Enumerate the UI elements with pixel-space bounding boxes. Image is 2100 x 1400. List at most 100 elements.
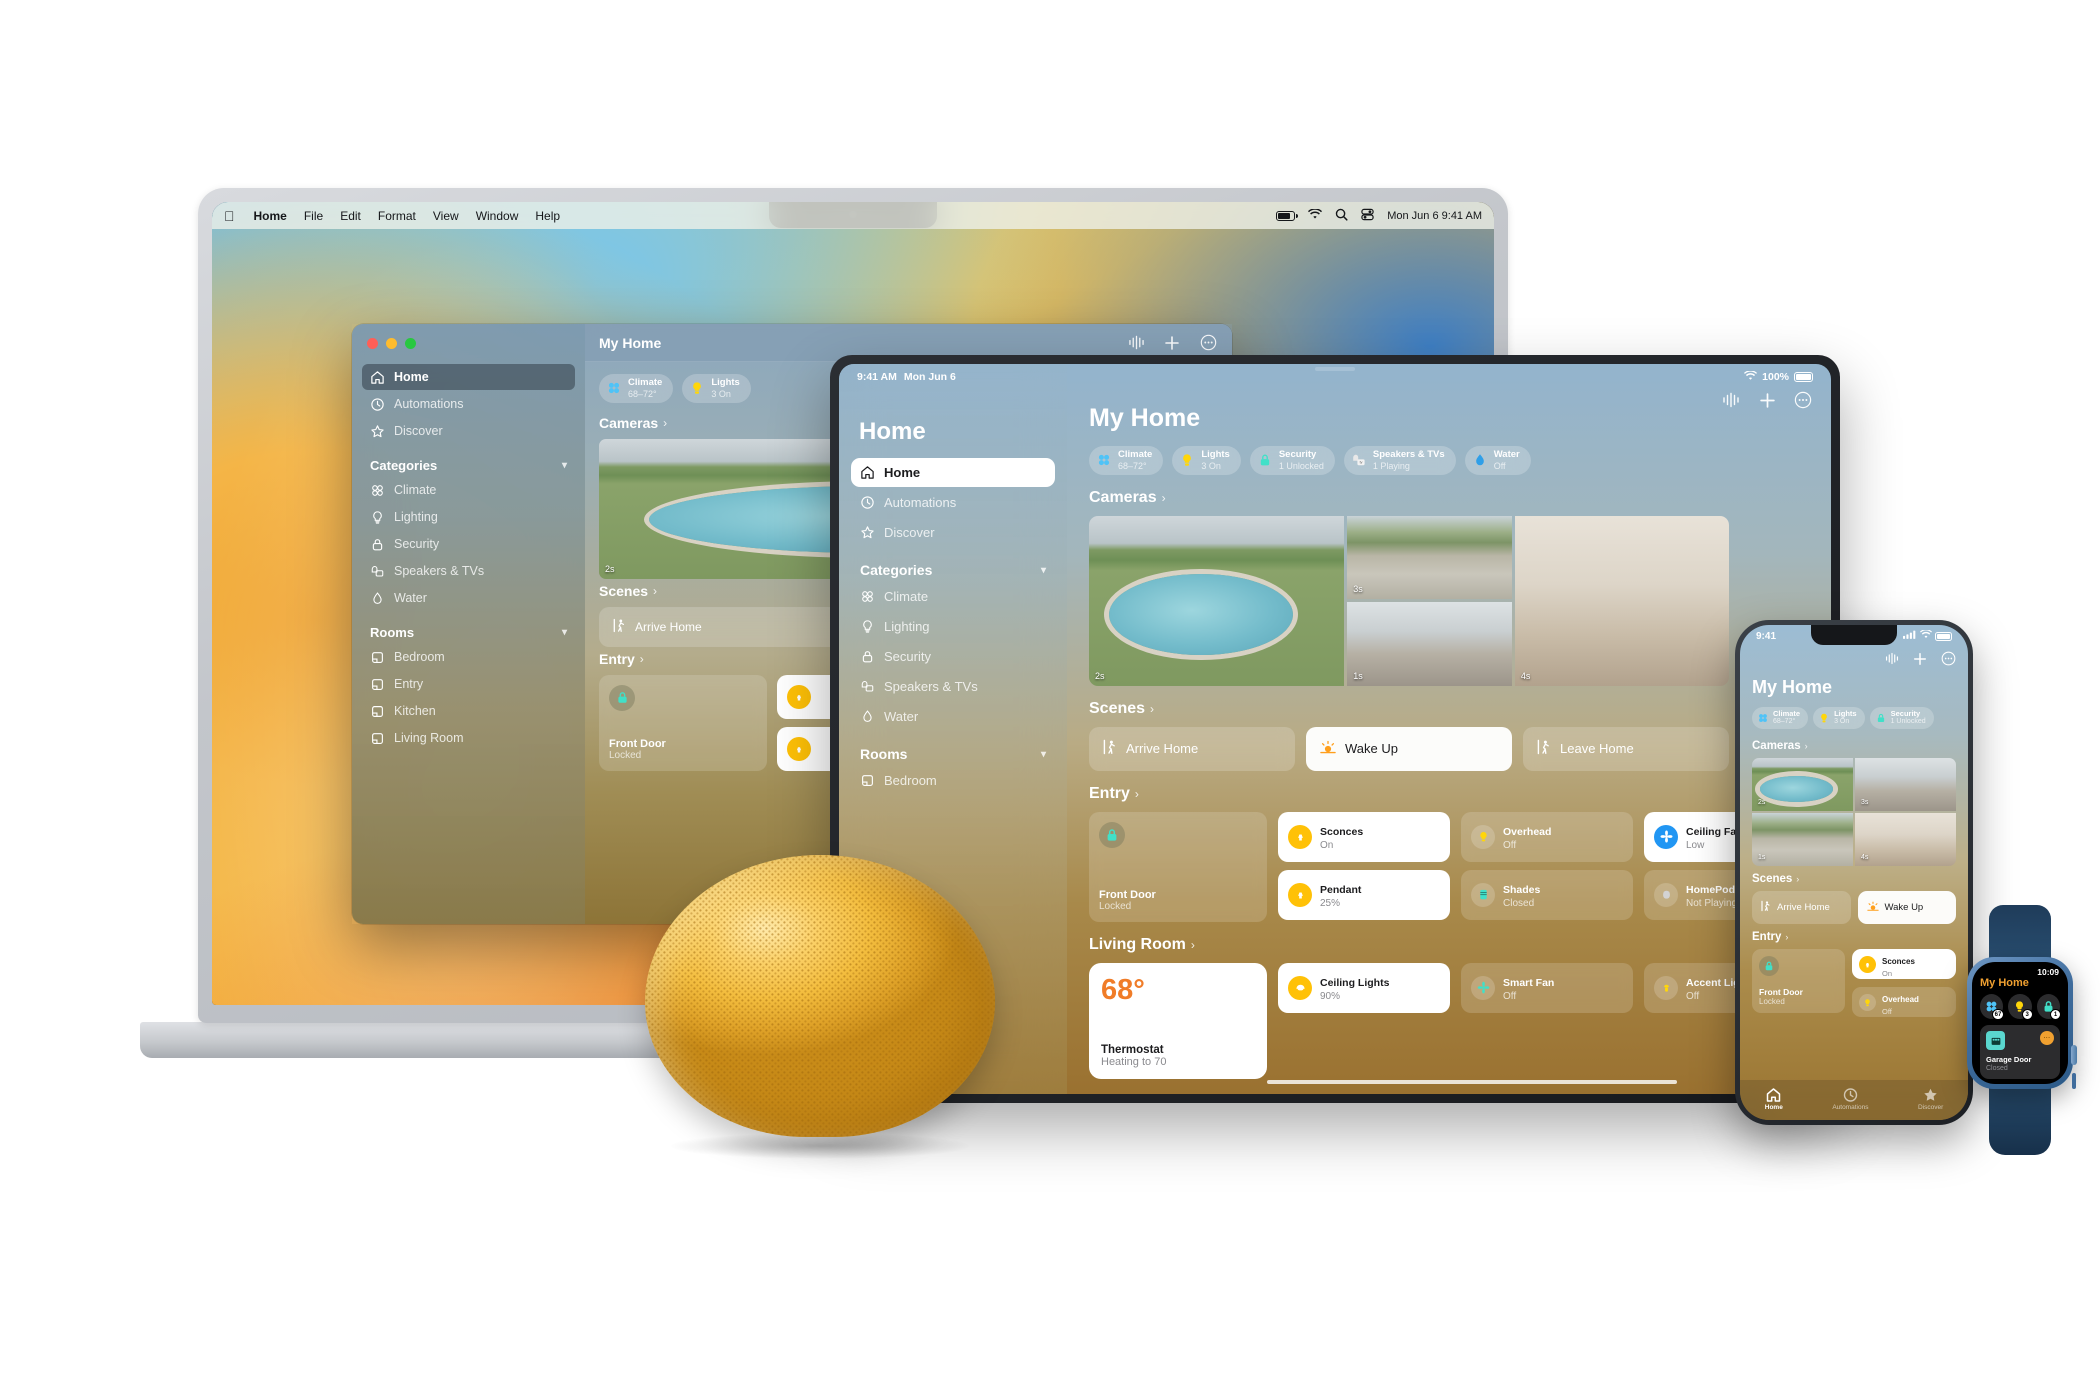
accessory-front-door[interactable]: Front Door Locked: [599, 674, 767, 771]
sidebar-item-water[interactable]: Water: [851, 702, 1055, 731]
accessory-tile-overhead[interactable]: Overhead Off: [1852, 987, 1956, 1018]
apple-logo-icon[interactable]: : [224, 209, 235, 223]
sidebar-item-bedroom[interactable]: Bedroom: [362, 644, 575, 670]
status-pill-water[interactable]: Water Off: [1464, 446, 1531, 475]
accessory-tile-garage-door[interactable]: ⋯ Garage Door Closed: [1980, 1025, 2060, 1079]
section-header-scenes[interactable]: Scenes ›: [1089, 700, 1831, 718]
accessory-tile-sconces[interactable]: Sconces On: [1852, 949, 1956, 980]
sidebar-item-home[interactable]: Home: [851, 458, 1055, 487]
tab-automations[interactable]: Automations: [1832, 1087, 1868, 1111]
sidebar-item-home[interactable]: Home: [362, 364, 575, 390]
digital-crown[interactable]: [2071, 1045, 2077, 1065]
accessory-tile-overhead[interactable]: Overhead Off: [1461, 811, 1633, 862]
accessory-front-door[interactable]: Front Door Locked: [1089, 811, 1267, 922]
section-header-living-room[interactable]: Living Room ›: [1089, 936, 1831, 954]
camera-thumbnail[interactable]: 2s: [1752, 758, 1853, 812]
sidebar-item-kitchen[interactable]: Kitchen: [362, 698, 575, 724]
status-circle-lights[interactable]: 3: [2008, 994, 2033, 1020]
status-pill-lights[interactable]: Lights 3 On: [682, 374, 751, 403]
sidebar-item-lighting[interactable]: Lighting: [362, 504, 575, 530]
wifi-icon[interactable]: [1308, 207, 1323, 223]
camera-thumbnail[interactable]: 3s: [1347, 515, 1512, 600]
window-traffic-lights[interactable]: [367, 338, 416, 349]
sidebar-item-security[interactable]: Security: [362, 531, 575, 557]
sidebar-item-discover[interactable]: Discover: [362, 418, 575, 444]
maximize-button[interactable]: [405, 338, 416, 349]
menu-item-home[interactable]: Home: [254, 209, 287, 223]
tab-discover[interactable]: Discover: [1918, 1087, 1943, 1111]
status-pill-security[interactable]: Security 1 Unlocked: [1869, 707, 1934, 730]
siri-waveform-icon[interactable]: [1126, 333, 1146, 353]
more-options-icon[interactable]: [1793, 390, 1813, 410]
scene-wake-up[interactable]: Wake Up: [1306, 726, 1512, 771]
accessory-tile-sconces[interactable]: Sconces On: [1278, 811, 1450, 862]
sidebar-item-living-room[interactable]: Living Room: [362, 725, 575, 751]
sidebar-header-categories[interactable]: Categories ▾: [851, 548, 1055, 582]
menubar-datetime[interactable]: Mon Jun 6 9:41 AM: [1387, 210, 1482, 222]
status-pill-security[interactable]: Security 1 Unlocked: [1249, 446, 1335, 475]
menu-item-window[interactable]: Window: [476, 209, 519, 223]
camera-thumbnail[interactable]: 4s: [1855, 813, 1956, 867]
more-options-icon[interactable]: [1941, 651, 1956, 671]
status-pill-climate[interactable]: Climate 68–72°: [1752, 707, 1809, 730]
status-pill-climate[interactable]: Climate 68–72°: [1089, 446, 1164, 475]
add-icon[interactable]: [1913, 652, 1927, 671]
section-header-scenes[interactable]: Scenes ›: [1752, 873, 1956, 885]
accessory-tile-pendant[interactable]: Pendant 25%: [1278, 869, 1450, 920]
status-circle-security[interactable]: 1: [2036, 994, 2061, 1020]
sidebar-header-rooms[interactable]: Rooms ▾: [851, 732, 1055, 766]
accessory-tile-ceiling-lights[interactable]: Ceiling Lights 90%: [1278, 962, 1450, 1013]
horizontal-scrollbar[interactable]: [1267, 1080, 1677, 1084]
sidebar-item-security[interactable]: Security: [851, 642, 1055, 671]
sidebar-header-categories[interactable]: Categories ▾: [362, 445, 575, 477]
camera-thumbnail[interactable]: 4s: [1514, 515, 1729, 686]
status-pill-lights[interactable]: Lights 3 On: [1813, 707, 1865, 730]
menu-item-file[interactable]: File: [304, 209, 323, 223]
menu-item-format[interactable]: Format: [378, 209, 416, 223]
close-button[interactable]: [367, 338, 378, 349]
section-header-entry[interactable]: Entry ›: [1752, 931, 1956, 943]
section-header-entry[interactable]: Entry ›: [1089, 785, 1831, 803]
sidebar-item-speakers-tvs[interactable]: Speakers & TVs: [362, 558, 575, 584]
side-button[interactable]: [2072, 1073, 2076, 1089]
menu-item-view[interactable]: View: [433, 209, 459, 223]
sidebar-item-speakers-tvs[interactable]: Speakers & TVs: [851, 672, 1055, 701]
battery-icon[interactable]: [1276, 210, 1298, 221]
siri-waveform-icon[interactable]: [1885, 652, 1899, 670]
status-pill-climate[interactable]: Climate 68–72°: [599, 374, 674, 403]
sidebar-item-water[interactable]: Water: [362, 585, 575, 611]
scene-wake-up[interactable]: Wake Up: [1857, 891, 1956, 925]
scene-arrive-home[interactable]: Arrive Home: [1752, 891, 1851, 925]
menu-item-edit[interactable]: Edit: [340, 209, 361, 223]
menu-item-help[interactable]: Help: [535, 209, 560, 223]
scene-leave-home[interactable]: Leave Home: [1523, 726, 1729, 771]
accessory-tile-shades[interactable]: Shades Closed: [1461, 869, 1633, 920]
camera-thumbnail[interactable]: 3s: [1855, 758, 1956, 812]
search-icon[interactable]: [1335, 208, 1348, 224]
status-pill-speakers-tvs[interactable]: tv Speakers & TVs 1 Playing: [1343, 446, 1456, 475]
section-header-cameras[interactable]: Cameras ›: [1752, 740, 1956, 752]
sidebar-item-automations[interactable]: Automations: [851, 488, 1055, 517]
siri-waveform-icon[interactable]: [1721, 390, 1741, 410]
sidebar-item-automations[interactable]: Automations: [362, 391, 575, 417]
camera-thumbnail[interactable]: 2s: [1089, 515, 1345, 686]
sidebar-item-climate[interactable]: Climate: [851, 582, 1055, 611]
scene-arrive-home[interactable]: Arrive Home: [1089, 726, 1295, 771]
camera-thumbnail[interactable]: 1s: [1347, 602, 1512, 686]
sidebar-header-rooms[interactable]: Rooms ▾: [362, 612, 575, 644]
sidebar-item-entry[interactable]: Entry: [362, 671, 575, 697]
control-center-icon[interactable]: [1361, 208, 1374, 224]
minimize-button[interactable]: [386, 338, 397, 349]
sidebar-item-bedroom[interactable]: Bedroom: [851, 766, 1055, 795]
add-icon[interactable]: [1162, 333, 1182, 353]
sidebar-item-lighting[interactable]: Lighting: [851, 612, 1055, 641]
accessory-front-door[interactable]: Front Door Locked: [1752, 949, 1845, 1014]
chevron-down-icon[interactable]: ▾: [1041, 565, 1046, 576]
section-header-cameras[interactable]: Cameras ›: [1089, 489, 1831, 507]
chevron-down-icon[interactable]: ▾: [562, 627, 567, 638]
more-options-icon[interactable]: ⋯: [2040, 1031, 2054, 1045]
status-pill-lights[interactable]: Lights 3 On: [1172, 446, 1241, 475]
accessory-tile-smart-fan[interactable]: Smart Fan Off: [1461, 962, 1633, 1013]
macos-menubar[interactable]:  Home File Edit Format View Window Help: [212, 202, 1494, 229]
sidebar-item-climate[interactable]: Climate: [362, 477, 575, 503]
